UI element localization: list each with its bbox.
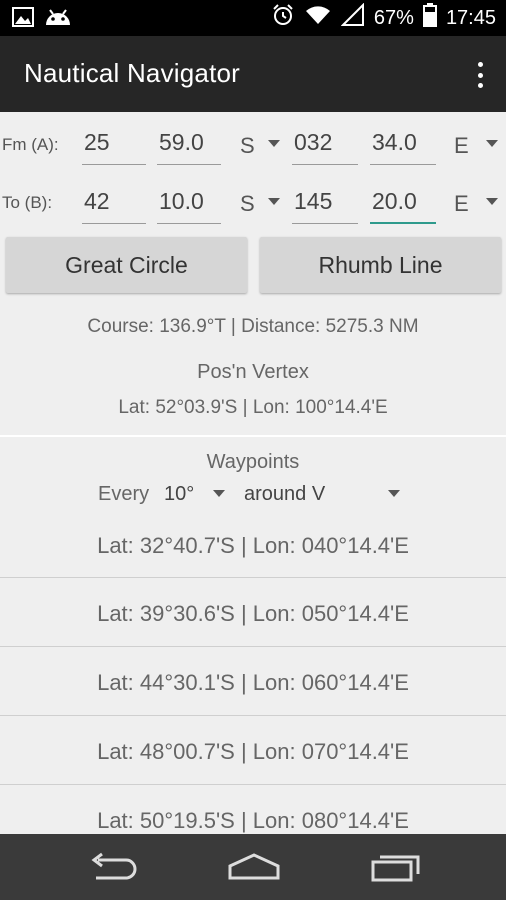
battery-icon (422, 3, 437, 33)
list-item[interactable]: Lat: 32°40.7'S | Lon: 040°14.4'E (0, 533, 506, 559)
recent-apps-icon[interactable] (370, 852, 422, 887)
status-bar: 67% 17:45 (0, 0, 506, 36)
interval-select[interactable]: 10° (164, 483, 194, 506)
from-lat-hemi-select[interactable]: S (240, 133, 255, 159)
android-icon (44, 7, 72, 32)
course-distance-text: Course: 136.9°T | Distance: 5275.3 NM (87, 316, 419, 337)
home-icon[interactable] (226, 852, 282, 887)
chevron-down-icon[interactable] (213, 490, 225, 497)
list-item[interactable]: Lat: 39°30.6'S | Lon: 050°14.4'E (0, 601, 506, 627)
list-divider (0, 577, 506, 578)
chevron-down-icon[interactable] (486, 198, 498, 205)
to-lon-hemi-select[interactable]: E (454, 191, 469, 217)
image-icon (12, 6, 34, 33)
from-lat-min-field[interactable]: 59.0 (157, 127, 221, 165)
chevron-down-icon[interactable] (486, 140, 498, 147)
list-item[interactable]: Lat: 50°19.5'S | Lon: 080°14.4'E (0, 808, 506, 834)
to-lat-hemi-select[interactable]: S (240, 191, 255, 217)
to-lon-min-field[interactable]: 20.0 (370, 186, 436, 224)
chevron-down-icon[interactable] (388, 490, 400, 497)
great-circle-button[interactable]: Great Circle (6, 237, 247, 293)
waypoints-title: Waypoints (206, 451, 300, 473)
from-lon-min-field[interactable]: 34.0 (370, 127, 436, 165)
system-nav-bar (0, 834, 506, 900)
wifi-icon (304, 4, 332, 32)
to-label: To (B): (2, 193, 53, 212)
list-item[interactable]: Lat: 44°30.1'S | Lon: 060°14.4'E (0, 670, 506, 696)
alarm-icon (271, 3, 295, 33)
from-lon-hemi-select[interactable]: E (454, 133, 469, 159)
list-item[interactable]: Lat: 48°00.7'S | Lon: 070°14.4'E (0, 739, 506, 765)
vertex-position-text: Lat: 52°03.9'S | Lon: 100°14.4'E (118, 397, 388, 418)
from-lon-deg-field[interactable]: 032 (292, 127, 358, 165)
rhumb-line-button[interactable]: Rhumb Line (260, 237, 501, 293)
vertex-title: Pos'n Vertex (197, 361, 309, 383)
from-label: Fm (A): (2, 135, 59, 154)
section-divider (0, 435, 506, 437)
from-lat-deg-field[interactable]: 25 (82, 127, 146, 165)
app-bar: Nautical Navigator (0, 36, 506, 112)
clock-time: 17:45 (445, 6, 496, 29)
list-divider (0, 715, 506, 716)
list-divider (0, 646, 506, 647)
to-lat-deg-field[interactable]: 42 (82, 186, 146, 224)
battery-percent: 67% (373, 6, 414, 29)
overflow-menu-icon[interactable] (468, 58, 492, 92)
list-divider (0, 784, 506, 785)
app-title: Nautical Navigator (24, 58, 241, 88)
waypoint-mode-select[interactable]: around V (244, 483, 325, 506)
every-label: Every (98, 483, 150, 505)
to-lat-min-field[interactable]: 10.0 (157, 186, 221, 224)
chevron-down-icon[interactable] (268, 140, 280, 147)
back-icon[interactable] (88, 852, 140, 887)
chevron-down-icon[interactable] (268, 198, 280, 205)
signal-icon (340, 2, 365, 33)
to-lon-deg-field[interactable]: 145 (292, 186, 358, 224)
